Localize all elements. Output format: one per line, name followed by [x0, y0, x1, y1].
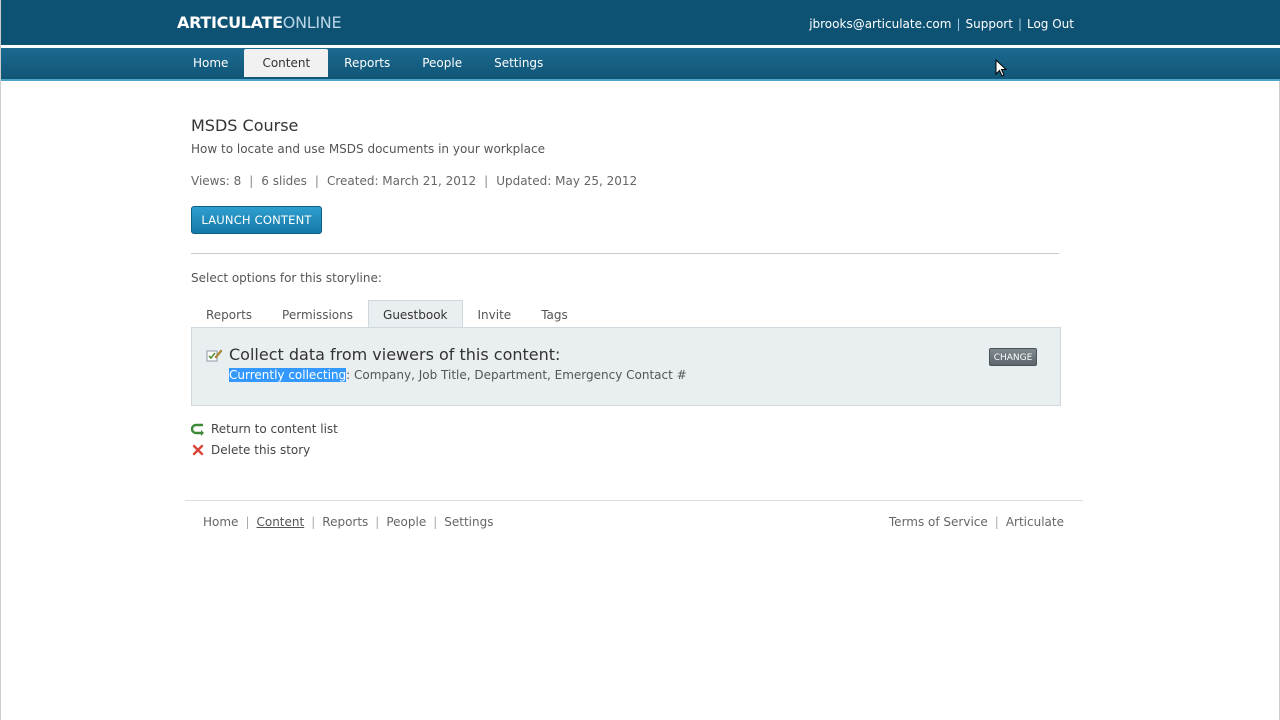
separator: |	[956, 17, 961, 31]
footer-link-content[interactable]: Content	[256, 515, 304, 529]
views-count: Views: 8	[191, 174, 242, 188]
separator: |	[249, 174, 254, 188]
terms-of-service-link[interactable]: Terms of Service	[889, 515, 988, 529]
support-link[interactable]: Support	[966, 17, 1013, 31]
slides-count: 6 slides	[261, 174, 307, 188]
tab-permissions[interactable]: Permissions	[267, 300, 368, 328]
change-button[interactable]: CHANGE	[989, 348, 1037, 366]
tab-tags[interactable]: Tags	[526, 300, 583, 328]
nav-tab-content[interactable]: Content	[244, 49, 329, 77]
delete-x-icon	[192, 444, 204, 456]
collecting-label: Currently collecting	[229, 368, 347, 382]
footer-link-home[interactable]: Home	[203, 515, 238, 529]
checklist-pencil-icon	[206, 349, 222, 362]
footer-divider	[185, 500, 1083, 501]
collecting-fields: : Company, Job Title, Department, Emerge…	[346, 368, 687, 382]
guestbook-heading: Collect data from viewers of this conten…	[229, 345, 561, 364]
logo-secondary-text: ONLINE	[282, 13, 342, 32]
footer-nav: Home | Content | Reports | People | Settings	[203, 515, 493, 529]
separator: |	[314, 174, 319, 188]
separator: |	[994, 515, 999, 529]
articulate-link[interactable]: Articulate	[1006, 515, 1064, 529]
mouse-cursor-icon	[995, 59, 1007, 77]
nav-tab-settings[interactable]: Settings	[478, 49, 559, 77]
tab-reports[interactable]: Reports	[191, 300, 267, 328]
footer-legal: Terms of Service | Articulate	[889, 515, 1064, 529]
storyline-option-tabs: Reports Permissions Guestbook Invite Tag…	[191, 300, 583, 328]
articulate-online-logo[interactable]: ARTICULATEONLINE	[177, 13, 342, 32]
created-date: Created: March 21, 2012	[326, 174, 477, 188]
separator: |	[245, 515, 250, 529]
return-label: Return to content list	[211, 422, 338, 436]
divider	[191, 253, 1059, 254]
updated-date: Updated: May 25, 2012	[496, 174, 638, 188]
footer-link-reports[interactable]: Reports	[322, 515, 368, 529]
delete-label: Delete this story	[211, 443, 311, 457]
main-nav-tabs: Home Content Reports People Settings	[177, 49, 559, 77]
options-label: Select options for this storyline:	[191, 271, 382, 285]
top-header-bar: ARTICULATEONLINE jbrooks@articulate.com |…	[1, 0, 1280, 45]
separator: |	[484, 174, 489, 188]
launch-content-button[interactable]: LAUNCH CONTENT	[191, 206, 322, 234]
page-description: How to locate and use MSDS documents in …	[191, 142, 545, 156]
nav-tab-people[interactable]: People	[406, 49, 478, 77]
nav-tab-reports[interactable]: Reports	[328, 49, 406, 77]
tab-invite[interactable]: Invite	[463, 300, 527, 328]
nav-tab-home[interactable]: Home	[177, 49, 244, 77]
content-meta: Views: 8 | 6 slides | Created: March 21, 201…	[191, 174, 637, 188]
footer-link-settings[interactable]: Settings	[444, 515, 493, 529]
separator: |	[375, 515, 380, 529]
user-links: jbrooks@articulate.com | Support | Log Out	[809, 17, 1074, 31]
return-arrow-icon	[191, 423, 204, 436]
footer-link-people[interactable]: People	[386, 515, 426, 529]
delete-story-link[interactable]: Delete this story	[191, 443, 310, 457]
guestbook-panel: Collect data from viewers of this conten…	[191, 327, 1061, 406]
collecting-fields-line: Currently collecting: Company, Job Title…	[229, 368, 687, 382]
page-title: MSDS Course	[191, 116, 299, 135]
return-to-content-list-link[interactable]: Return to content list	[191, 422, 338, 436]
separator: |	[311, 515, 316, 529]
separator: |	[1017, 17, 1022, 31]
tab-guestbook[interactable]: Guestbook	[368, 300, 463, 328]
separator: |	[433, 515, 438, 529]
logo-primary-text: ARTICULATE	[177, 13, 283, 32]
logout-link[interactable]: Log Out	[1027, 17, 1074, 31]
user-email-link[interactable]: jbrooks@articulate.com	[809, 17, 951, 31]
